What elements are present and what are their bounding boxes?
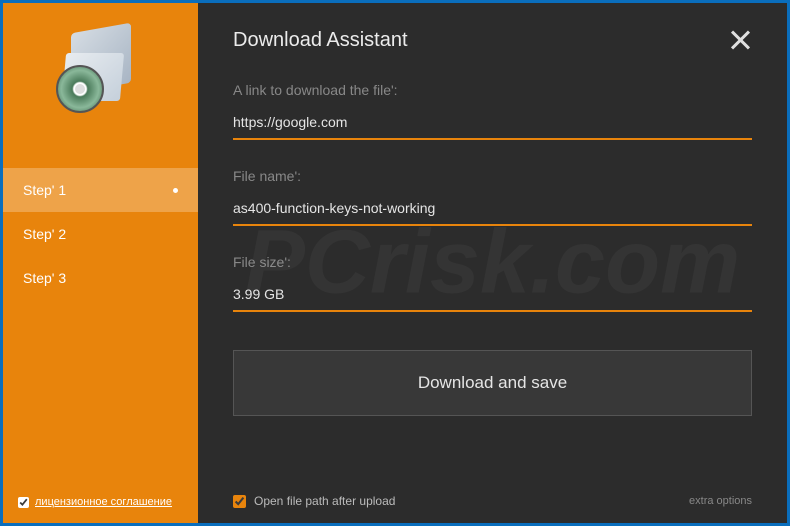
download-button[interactable]: Download and save — [233, 350, 752, 416]
header: Download Assistant — [233, 28, 752, 52]
step-2[interactable]: Step' 2 — [3, 212, 198, 256]
page-title: Download Assistant — [233, 29, 408, 52]
license-checkbox[interactable] — [18, 497, 29, 508]
open-path-label: Open file path after upload — [254, 494, 395, 508]
footer: Open file path after upload extra option… — [233, 494, 752, 508]
link-input[interactable] — [233, 110, 752, 140]
app-window: Step' 1 Step' 2 Step' 3 лицензионное сог… — [0, 0, 790, 526]
open-path-checkbox[interactable] — [233, 495, 246, 508]
extra-options-link[interactable]: extra options — [689, 495, 752, 507]
sidebar: Step' 1 Step' 2 Step' 3 лицензионное сог… — [3, 3, 198, 523]
step-label: Step' 3 — [23, 270, 66, 286]
step-label: Step' 1 — [23, 182, 66, 198]
field-filename: File name': — [233, 168, 752, 226]
close-icon[interactable] — [728, 28, 752, 52]
main-panel: PCrisk.com Download Assistant A link to … — [198, 3, 787, 523]
filesize-label: File size': — [233, 254, 752, 270]
steps-list: Step' 1 Step' 2 Step' 3 — [3, 168, 198, 300]
step-1[interactable]: Step' 1 — [3, 168, 198, 212]
field-download-link: A link to download the file': — [233, 82, 752, 140]
field-filesize: File size': — [233, 254, 752, 312]
filename-input[interactable] — [233, 196, 752, 226]
filename-label: File name': — [233, 168, 752, 184]
open-path-option: Open file path after upload — [233, 494, 395, 508]
installer-box-icon — [56, 28, 146, 118]
license-label[interactable]: лицензионное соглашение — [35, 496, 172, 508]
license-agreement: лицензионное соглашение — [18, 496, 172, 508]
step-label: Step' 2 — [23, 226, 66, 242]
filesize-input[interactable] — [233, 282, 752, 312]
step-3[interactable]: Step' 3 — [3, 256, 198, 300]
link-label: A link to download the file': — [233, 82, 752, 98]
